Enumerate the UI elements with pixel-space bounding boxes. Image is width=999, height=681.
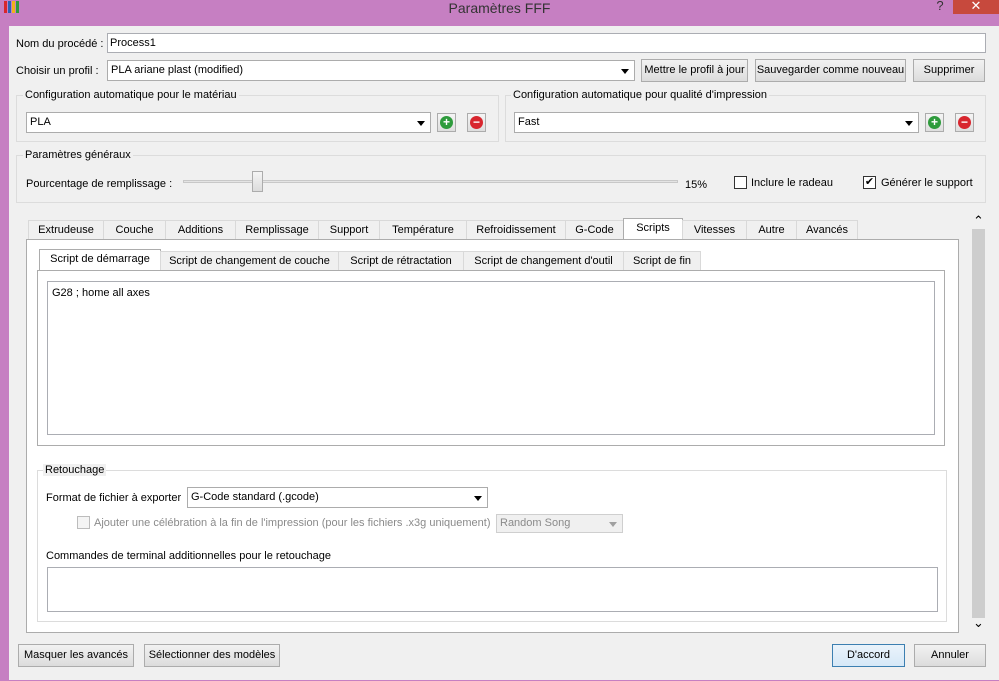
script-tab-1[interactable]: Script de changement de couche	[160, 251, 339, 271]
celebration-checkbox[interactable]	[77, 516, 90, 529]
dialog-body: Nom du procédé : Process1 Choisir un pro…	[9, 26, 999, 680]
ok-button[interactable]: D'accord	[832, 644, 905, 667]
tab-11[interactable]: Avancés	[796, 220, 858, 240]
terminal-commands-input[interactable]	[47, 567, 938, 612]
material-select[interactable]: PLA	[26, 112, 431, 133]
retouch-title: Retouchage	[43, 464, 107, 476]
support-label: Générer le support	[881, 177, 973, 189]
chevron-down-icon	[609, 521, 617, 527]
tab-0[interactable]: Extrudeuse	[28, 220, 104, 240]
script-tab-3[interactable]: Script de changement d'outil	[463, 251, 624, 271]
tab-10[interactable]: Autre	[746, 220, 797, 240]
close-button[interactable]: ✕	[953, 0, 999, 14]
tab-2[interactable]: Additions	[165, 220, 236, 240]
process-name-input[interactable]: Process1	[107, 33, 986, 53]
tab-4[interactable]: Support	[318, 220, 380, 240]
plus-icon: +	[928, 116, 941, 129]
remove-material-button[interactable]: −	[467, 113, 486, 132]
scrollbar-thumb[interactable]	[972, 229, 985, 618]
tab-5[interactable]: Température	[379, 220, 467, 240]
export-format-value: G-Code standard (.gcode)	[191, 491, 319, 503]
tab-3[interactable]: Remplissage	[235, 220, 319, 240]
infill-label: Pourcentage de remplissage :	[26, 178, 173, 190]
celebration-song-value: Random Song	[500, 517, 571, 529]
terminal-commands-label: Commandes de terminal additionnelles pou…	[46, 550, 331, 562]
raft-label: Inclure le radeau	[751, 177, 833, 189]
script-tab-2[interactable]: Script de rétractation	[338, 251, 464, 271]
profile-label: Choisir un profil :	[16, 65, 99, 77]
material-select-value: PLA	[30, 116, 51, 128]
script-tab-0[interactable]: Script de démarrage	[39, 249, 161, 271]
update-profile-button[interactable]: Mettre le profil à jour	[641, 59, 748, 82]
window-title: Paramètres FFF	[448, 0, 551, 16]
vertical-scrollbar[interactable]: ⌃ ⌄	[970, 212, 987, 636]
script-tab-4[interactable]: Script de fin	[623, 251, 701, 271]
add-quality-button[interactable]: +	[925, 113, 944, 132]
general-settings-title: Paramètres généraux	[23, 149, 133, 161]
quality-config-title: Configuration automatique pour qualité d…	[511, 89, 770, 101]
scroll-up-icon[interactable]: ⌃	[970, 212, 987, 228]
celebration-song-select[interactable]: Random Song	[496, 514, 623, 533]
chevron-down-icon	[417, 120, 425, 126]
support-checkbox[interactable]: ✔	[863, 176, 876, 189]
infill-slider-handle[interactable]	[252, 171, 264, 192]
tab-8[interactable]: Scripts	[623, 218, 683, 240]
infill-value: 15%	[685, 179, 708, 191]
delete-profile-button[interactable]: Supprimer	[913, 59, 985, 82]
process-name-label: Nom du procédé :	[16, 38, 104, 50]
title-bar: Paramètres FFF ? ✕	[0, 0, 999, 26]
help-button[interactable]: ?	[934, 0, 946, 13]
hide-advanced-button[interactable]: Masquer les avancés	[18, 644, 134, 667]
plus-icon: +	[440, 116, 453, 129]
chevron-down-icon	[474, 495, 482, 501]
chevron-down-icon	[621, 68, 629, 74]
profile-select[interactable]: PLA ariane plast (modified)	[107, 60, 635, 81]
quality-select[interactable]: Fast	[514, 112, 919, 133]
add-material-button[interactable]: +	[437, 113, 456, 132]
cancel-button[interactable]: Annuler	[914, 644, 986, 667]
export-format-select[interactable]: G-Code standard (.gcode)	[187, 487, 488, 508]
tab-6[interactable]: Refroidissement	[466, 220, 566, 240]
select-models-button[interactable]: Sélectionner des modèles	[144, 644, 280, 667]
tab-9[interactable]: Vitesses	[682, 220, 747, 240]
celebration-label: Ajouter une célébration à la fin de l'im…	[94, 517, 491, 529]
tab-1[interactable]: Couche	[103, 220, 166, 240]
remove-quality-button[interactable]: −	[955, 113, 974, 132]
raft-checkbox[interactable]	[734, 176, 747, 189]
minus-icon: −	[470, 116, 483, 129]
tab-7[interactable]: G-Code	[565, 220, 624, 240]
script-editor[interactable]: G28 ; home all axes	[47, 281, 935, 435]
material-config-title: Configuration automatique pour le matéri…	[23, 89, 239, 101]
chevron-down-icon	[905, 120, 913, 126]
quality-select-value: Fast	[518, 116, 540, 128]
save-as-new-button[interactable]: Sauvegarder comme nouveau	[755, 59, 906, 82]
profile-select-value: PLA ariane plast (modified)	[111, 64, 244, 76]
scroll-down-icon[interactable]: ⌄	[970, 616, 987, 634]
minus-icon: −	[958, 116, 971, 129]
export-format-label: Format de fichier à exporter	[46, 492, 182, 504]
